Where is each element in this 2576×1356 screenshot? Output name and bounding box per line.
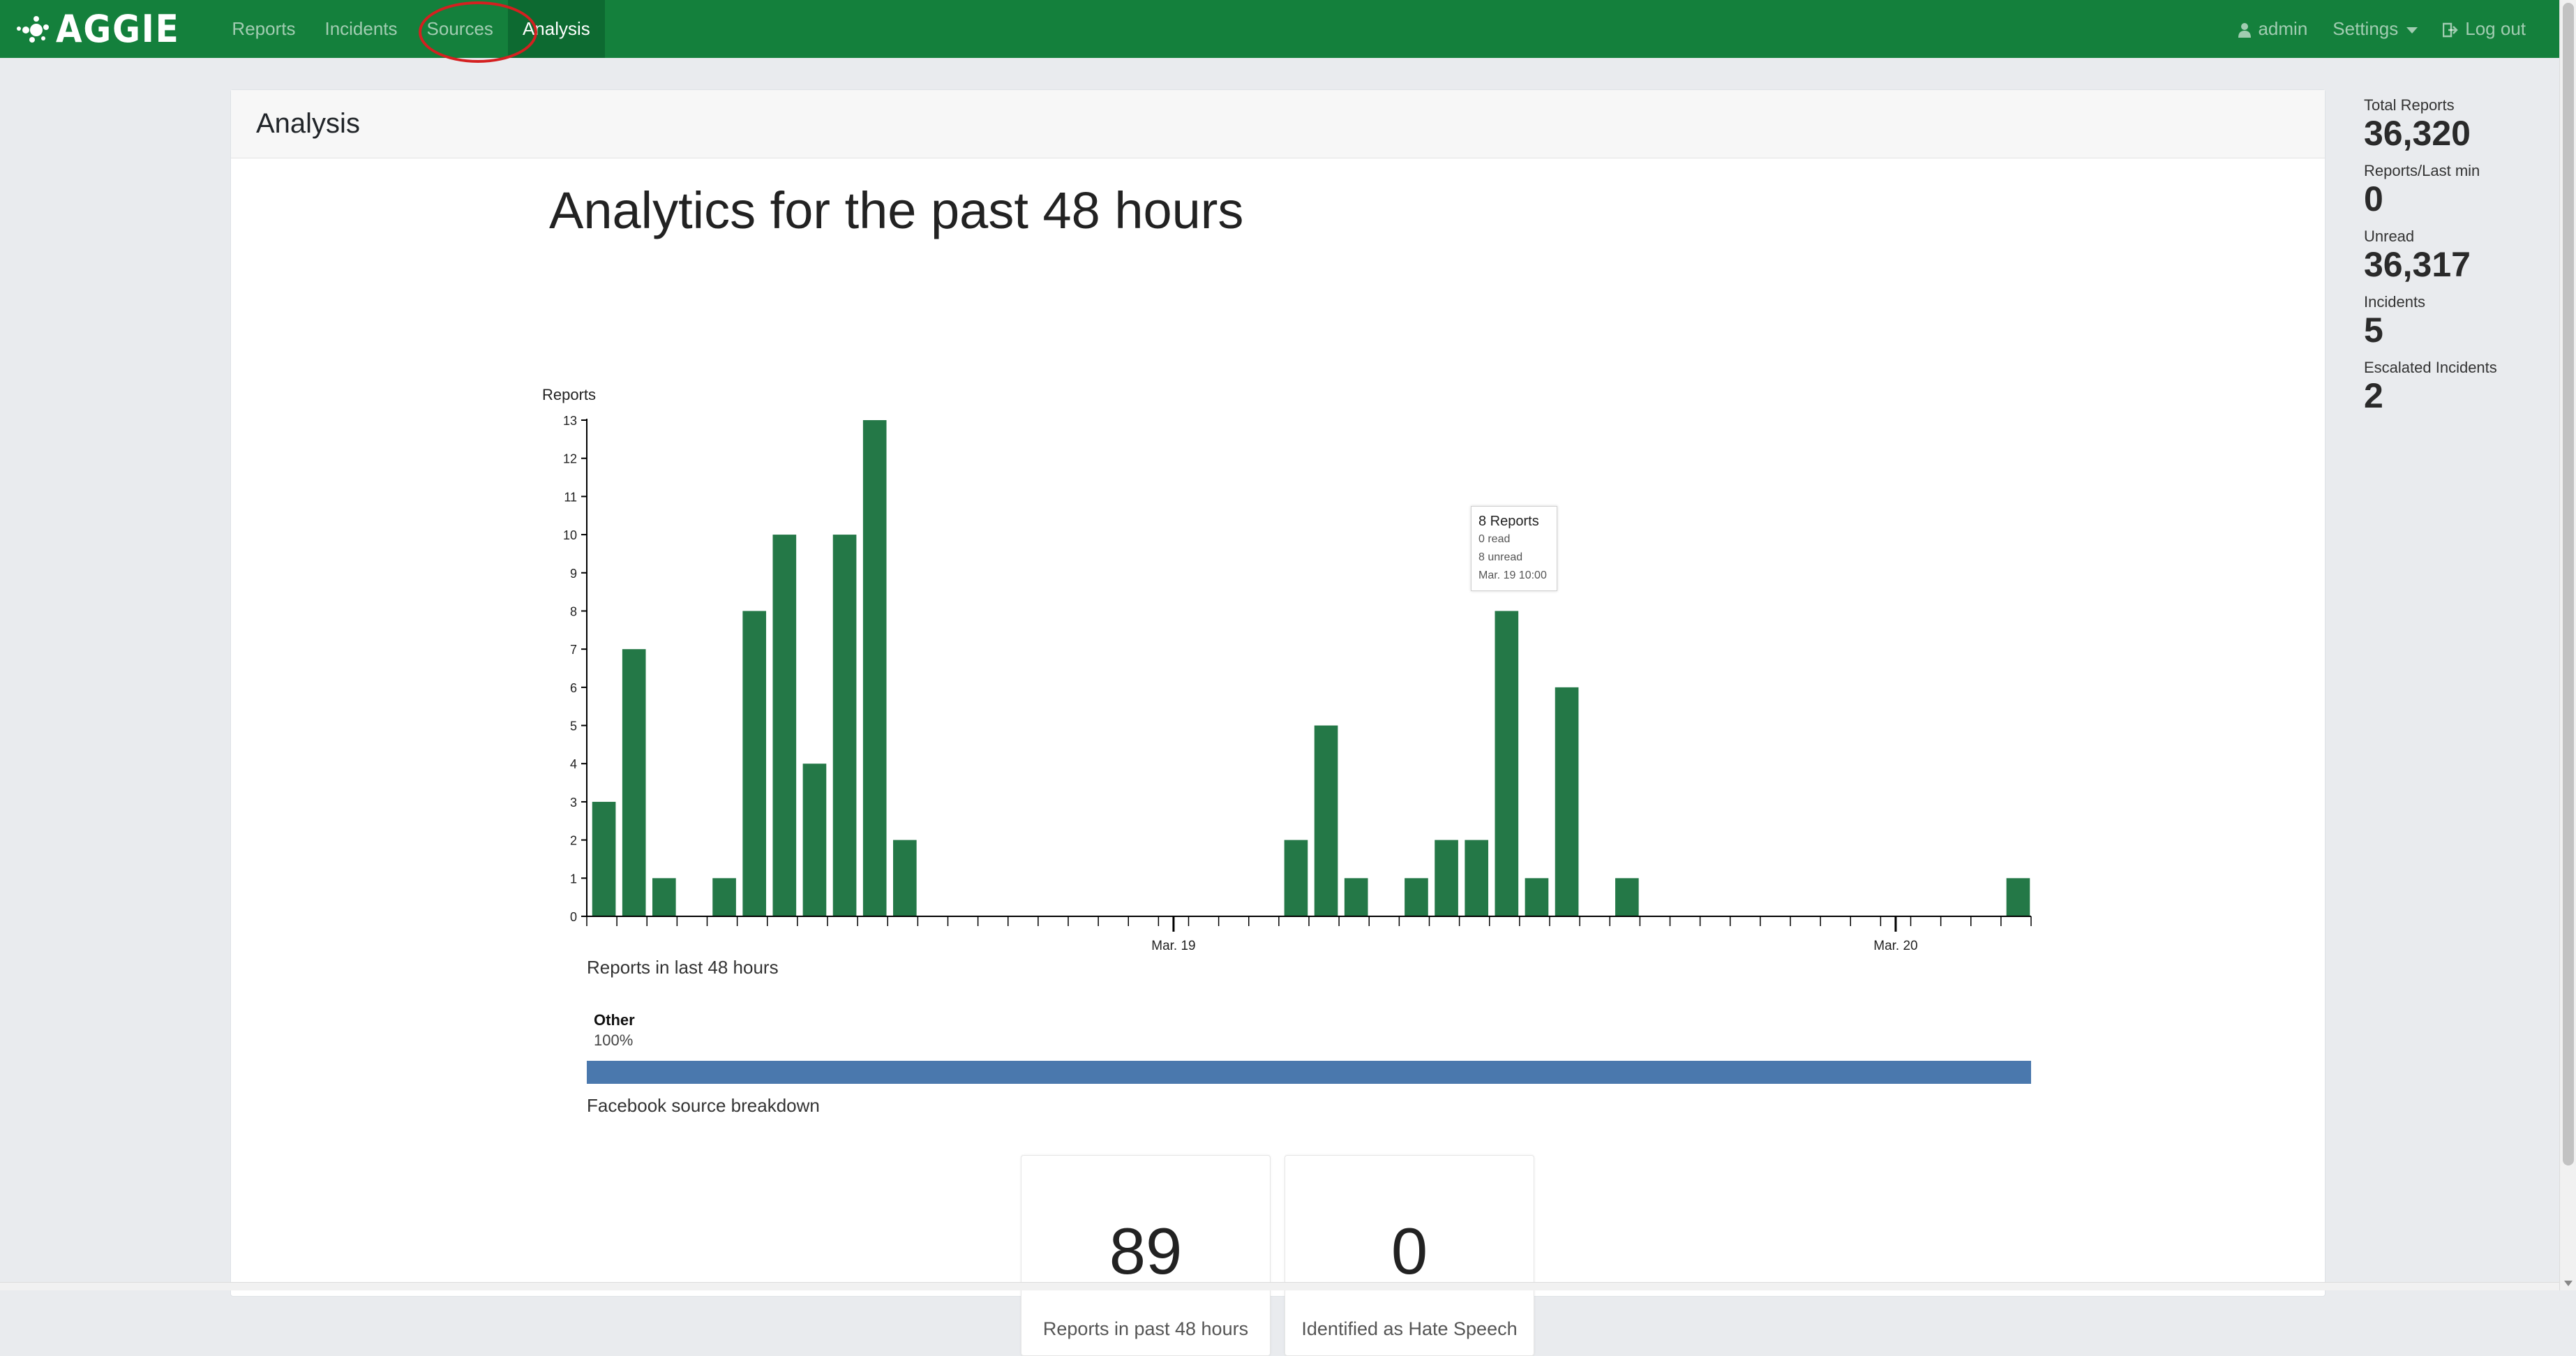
sidebar-stat-total-reports: Total Reports 36,320 <box>2364 96 2497 152</box>
vertical-scrollbar[interactable] <box>2559 0 2576 1290</box>
y-tick-label: 10 <box>563 528 577 542</box>
breakdown-bar-segment <box>587 1061 2031 1084</box>
stat-box-hate-speech: 0 Identified as Hate Speech <box>1285 1155 1534 1356</box>
sidebar-stat-value: 5 <box>2364 311 2497 349</box>
y-tick-label: 13 <box>563 414 577 428</box>
y-tick-label: 9 <box>570 567 577 581</box>
sidebar-stat-incidents: Incidents 5 <box>2364 293 2497 349</box>
sidebar-stat-unread: Unread 36,317 <box>2364 228 2497 283</box>
chart-bar <box>1315 726 1338 916</box>
sidebar-stat-label: Incidents <box>2364 293 2497 311</box>
chart-bar <box>833 535 857 916</box>
chart-bar <box>1435 840 1458 916</box>
user-icon <box>2238 22 2251 38</box>
y-tick-label: 6 <box>570 681 577 695</box>
top-navbar: AGGIE Reports Incidents Sources Analysis… <box>0 0 2559 58</box>
logo-dots-icon <box>15 13 52 45</box>
chart-bar <box>1615 878 1639 916</box>
card-header: Analysis <box>231 90 2325 158</box>
sidebar-stat-label: Escalated Incidents <box>2364 359 2497 377</box>
chart-bar <box>1285 840 1308 916</box>
stat-label: Reports in past 48 hours <box>1021 1318 1270 1340</box>
y-tick-label: 0 <box>570 910 577 924</box>
chart-bar <box>652 878 676 916</box>
analysis-card: Analysis Analytics for the past 48 hours… <box>230 89 2326 1297</box>
nav-links: Reports Incidents Sources Analysis <box>217 0 604 58</box>
tooltip-unread: 8 unread <box>1478 549 1551 567</box>
nav-analysis[interactable]: Analysis <box>508 0 605 58</box>
y-tick-label: 1 <box>570 872 577 886</box>
nav-right: admin Settings Log out <box>2226 0 2538 58</box>
sidebar-stat-label: Reports/Last min <box>2364 162 2497 180</box>
chart-bar <box>1405 878 1428 916</box>
y-tick-label: 7 <box>570 643 577 657</box>
stat-label: Identified as Hate Speech <box>1285 1318 1534 1340</box>
tooltip-read: 0 read <box>1478 530 1551 549</box>
user-menu[interactable]: admin <box>2226 0 2320 58</box>
brand-logo[interactable]: AGGIE <box>15 0 193 58</box>
chart-bar <box>863 420 887 916</box>
sidebar-stats: Total Reports 36,320 Reports/Last min 0 … <box>2364 96 2497 424</box>
chart-bar <box>1555 687 1579 916</box>
stat-value: 89 <box>1021 1219 1270 1284</box>
x-tick-label: Mar. 19 <box>1151 939 1195 953</box>
y-axis-title: Reports <box>542 386 596 403</box>
sidebar-stat-value: 0 <box>2364 180 2497 218</box>
tooltip-title: 8 Reports <box>1478 512 1551 530</box>
brand-name: AGGIE <box>56 7 180 51</box>
source-breakdown-bar <box>587 1061 2031 1084</box>
breakdown-source-percent: 100% <box>594 1031 633 1050</box>
sidebar-stat-reports-last-min: Reports/Last min 0 <box>2364 162 2497 218</box>
chart-bar <box>1345 878 1368 916</box>
sidebar-stat-escalated-incidents: Escalated Incidents 2 <box>2364 359 2497 415</box>
y-tick-label: 4 <box>570 757 577 771</box>
tooltip-time: Mar. 19 10:00 <box>1478 567 1551 585</box>
chart-tooltip: 8 Reports 0 read 8 unread Mar. 19 10:00 <box>1471 506 1557 591</box>
y-tick-label: 8 <box>570 604 577 618</box>
chart-bar <box>893 840 917 916</box>
user-name: admin <box>2258 18 2307 39</box>
stat-value: 0 <box>1285 1219 1534 1284</box>
nav-incidents[interactable]: Incidents <box>310 0 412 58</box>
chart-caption: Reports in last 48 hours <box>587 957 779 978</box>
stat-box-reports: 89 Reports in past 48 hours <box>1021 1155 1271 1356</box>
logout-link[interactable]: Log out <box>2430 0 2538 58</box>
sidebar-stat-value: 2 <box>2364 377 2497 415</box>
y-tick-label: 2 <box>570 834 577 848</box>
chart-bar <box>2007 878 2030 916</box>
breakdown-caption: Facebook source breakdown <box>587 1095 820 1117</box>
breakdown-source-name: Other <box>594 1011 635 1029</box>
logout-icon <box>2443 22 2458 38</box>
chevron-down-icon <box>2406 27 2418 33</box>
y-tick-label: 5 <box>570 720 577 733</box>
horizontal-scrollbar[interactable] <box>0 1282 2559 1290</box>
sidebar-stat-value: 36,317 <box>2364 246 2497 283</box>
nav-reports[interactable]: Reports <box>217 0 310 58</box>
page-title: Analytics for the past 48 hours <box>549 181 1243 240</box>
chart-bar <box>712 878 736 916</box>
nav-sources[interactable]: Sources <box>412 0 508 58</box>
scroll-down-arrow-icon[interactable] <box>2564 1281 2573 1286</box>
page-header: Analysis <box>256 108 360 140</box>
settings-dropdown[interactable]: Settings <box>2320 0 2430 58</box>
chart-bar <box>803 763 827 916</box>
chart-bar <box>1525 878 1549 916</box>
chart-bar <box>622 649 646 916</box>
reports-bar-chart: Reports012345678910111213Mar. 19Mar. 20 <box>538 292 2282 969</box>
sidebar-stat-label: Total Reports <box>2364 96 2497 114</box>
scroll-thumb[interactable] <box>2563 3 2574 1165</box>
chart-bar <box>1495 611 1519 916</box>
sidebar-stat-label: Unread <box>2364 228 2497 246</box>
chart-bar <box>742 611 766 916</box>
chart-bar <box>592 802 616 916</box>
x-tick-label: Mar. 20 <box>1873 939 1917 953</box>
y-tick-label: 11 <box>564 490 577 504</box>
settings-label: Settings <box>2332 18 2398 39</box>
y-tick-label: 12 <box>563 452 577 466</box>
y-tick-label: 3 <box>570 796 577 810</box>
chart-bar <box>1465 840 1488 916</box>
logout-label: Log out <box>2465 18 2526 39</box>
chart-bar <box>773 535 797 916</box>
sidebar-stat-value: 36,320 <box>2364 114 2497 152</box>
